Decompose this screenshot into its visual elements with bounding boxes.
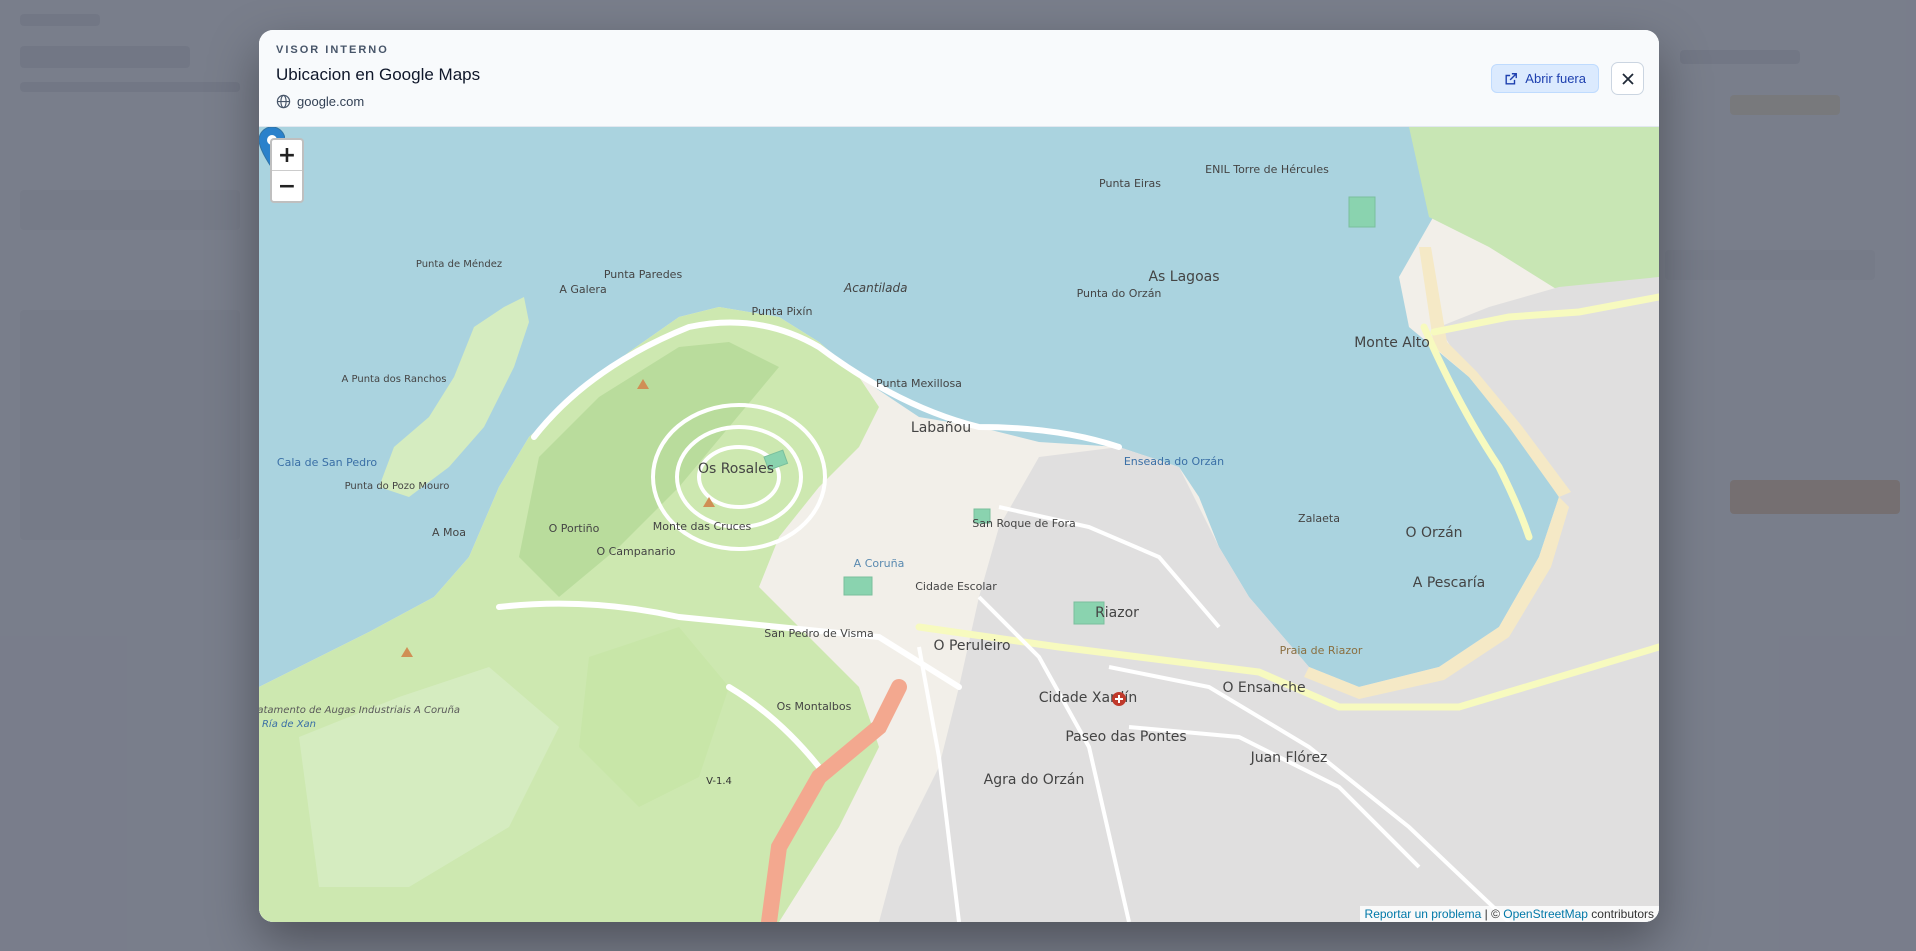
label-cidade-escolar: Cidade Escolar: [915, 580, 997, 593]
map-canvas[interactable]: Labañou Os Rosales As Lagoas Monte Alto …: [259, 127, 1659, 922]
globe-icon: [276, 94, 291, 109]
label-monte-cruces: Monte das Cruces: [653, 520, 752, 533]
close-button[interactable]: [1611, 62, 1644, 95]
label-punta-mendez: Punta de Méndez: [416, 258, 502, 270]
label-praia-riazor: Praia de Riazor: [1280, 644, 1363, 657]
label-tratamento: Tratamento de Augas Industriais A Coruña: [259, 705, 460, 716]
close-icon: [1621, 72, 1634, 85]
label-o-orzan: O Orzán: [1405, 525, 1462, 541]
label-san-roque: San Roque de Fora: [972, 517, 1075, 530]
label-o-peruleiro: O Peruleiro: [933, 638, 1010, 654]
label-a-galera: A Galera: [559, 283, 606, 296]
label-a-coruna: A Coruña: [854, 557, 905, 570]
zoom-in-button[interactable]: +: [272, 140, 302, 170]
zoom-control: + −: [270, 138, 304, 203]
label-punta-paredes: Punta Paredes: [604, 268, 683, 281]
map-tiles: Labañou Os Rosales As Lagoas Monte Alto …: [259, 127, 1659, 922]
label-agra-orzan: Agra do Orzán: [984, 772, 1085, 788]
label-torre-enil: ENIL Torre de Hércules: [1205, 163, 1329, 176]
label-monte-alto: Monte Alto: [1354, 335, 1430, 351]
label-punta-ranchos: A Punta dos Ranchos: [342, 374, 447, 385]
label-acantilado: Acantilada: [843, 281, 907, 295]
label-a-moa: A Moa: [432, 526, 466, 539]
label-a-pescaria: A Pescaría: [1413, 575, 1485, 591]
map-attribution: Reportar un problema | © OpenStreetMap c…: [1359, 906, 1659, 922]
modal-title: Ubicacion en Google Maps: [276, 65, 481, 84]
label-punta-eiras: Punta Eiras: [1099, 177, 1161, 190]
label-o-portino: O Portiño: [549, 522, 600, 535]
attribution-separator: | ©: [1481, 907, 1504, 921]
label-labanou: Labañou: [911, 420, 971, 436]
open-external-button[interactable]: Abrir fuera: [1491, 64, 1599, 93]
source-row: google.com: [276, 94, 364, 109]
label-os-montalbos: Os Montalbos: [777, 700, 852, 713]
map-viewer-modal: VISOR INTERNO Ubicacion en Google Maps g…: [259, 30, 1659, 922]
external-link-icon: [1505, 72, 1518, 85]
modal-eyebrow: VISOR INTERNO: [276, 44, 389, 56]
label-riazor: Riazor: [1095, 605, 1139, 621]
label-san-pedro-visma: San Pedro de Visma: [764, 627, 873, 640]
modal-header: VISOR INTERNO Ubicacion en Google Maps g…: [259, 30, 1659, 127]
label-enseada: Enseada do Orzán: [1124, 455, 1224, 468]
label-os-rosales: Os Rosales: [698, 461, 774, 477]
attribution-contributors: contributors: [1587, 907, 1654, 921]
label-as-lagoas: As Lagoas: [1148, 269, 1219, 285]
label-o-ensanche: O Ensanche: [1222, 680, 1305, 696]
label-cala-san-pedro: Cala de San Pedro: [277, 456, 377, 469]
report-problem-link[interactable]: Reportar un problema: [1365, 907, 1482, 921]
label-zalaeta: Zalaeta: [1298, 512, 1340, 525]
label-punta-mexillosa: Punta Mexillosa: [876, 377, 962, 390]
label-paseo-pontes: Paseo das Pontes: [1065, 729, 1186, 745]
osm-link[interactable]: OpenStreetMap: [1503, 907, 1588, 921]
label-punta-orzan: Punta do Orzán: [1077, 287, 1162, 300]
label-ria-xan: Ría de Xan: [262, 718, 316, 730]
label-o-campanario: O Campanario: [596, 545, 675, 558]
zoom-out-button[interactable]: −: [272, 170, 302, 201]
label-juan-florez: Juan Flórez: [1250, 750, 1328, 766]
open-external-label: Abrir fuera: [1525, 71, 1586, 86]
source-domain: google.com: [297, 94, 365, 109]
label-punta-pixin: Punta Pixín: [752, 305, 813, 318]
label-punta-pozo-mouro: Punta do Pozo Mouro: [345, 481, 450, 492]
label-v14: V-1.4: [706, 776, 732, 787]
